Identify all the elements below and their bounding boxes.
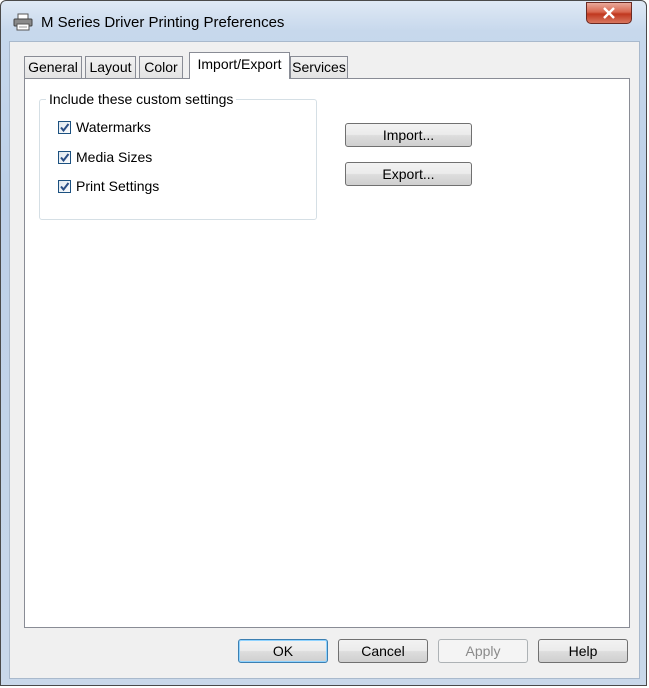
import-button[interactable]: Import... [345, 123, 472, 147]
tab-services[interactable]: Services [290, 56, 348, 78]
dialog-window: M Series Driver Printing Preferences Gen… [0, 0, 647, 686]
tab-panel-import-export: Include these custom settings Watermarks… [24, 78, 630, 628]
title-bar[interactable]: M Series Driver Printing Preferences [1, 1, 646, 41]
watermarks-checkbox[interactable] [58, 121, 71, 134]
group-legend: Include these custom settings [46, 91, 237, 107]
media-sizes-label: Media Sizes [76, 149, 153, 165]
apply-button[interactable]: Apply [438, 639, 528, 663]
help-button[interactable]: Help [538, 639, 628, 663]
media-sizes-checkbox[interactable] [58, 151, 71, 164]
tab-import-export[interactable]: Import/Export [189, 52, 290, 79]
ok-button[interactable]: OK [238, 639, 328, 663]
close-button[interactable] [586, 2, 632, 24]
tab-color[interactable]: Color [139, 56, 183, 78]
print-settings-checkbox[interactable] [58, 180, 71, 193]
print-settings-label: Print Settings [76, 178, 160, 194]
dialog-client-area: General Layout Color Import/Export Servi… [9, 41, 640, 679]
watermarks-label: Watermarks [76, 119, 151, 135]
close-icon [603, 7, 615, 19]
export-button[interactable]: Export... [345, 162, 472, 186]
tab-layout[interactable]: Layout [85, 56, 136, 78]
checkmark-icon [60, 153, 70, 163]
cancel-button[interactable]: Cancel [338, 639, 428, 663]
custom-settings-group: Include these custom settings Watermarks… [39, 91, 317, 220]
window-title: M Series Driver Printing Preferences [41, 14, 285, 31]
printer-icon [13, 13, 33, 31]
tab-general[interactable]: General [24, 56, 82, 78]
checkmark-icon [60, 123, 70, 133]
checkmark-icon [60, 182, 70, 192]
